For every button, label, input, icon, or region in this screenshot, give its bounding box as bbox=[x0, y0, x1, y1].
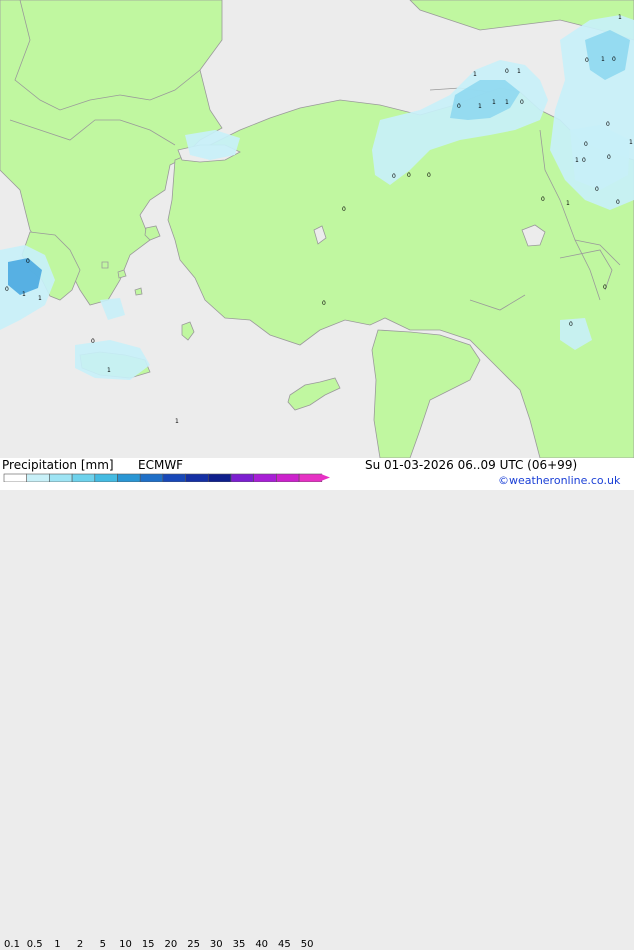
colorbar-cell bbox=[71, 473, 96, 482]
station-label: 1 bbox=[629, 139, 633, 146]
station-label: 0 bbox=[427, 172, 431, 179]
station-label: 0 bbox=[612, 56, 616, 63]
colorbar-tick-label: 45 bbox=[278, 939, 291, 950]
colorbar-cell bbox=[117, 473, 141, 482]
colorbar-cells bbox=[3, 473, 323, 482]
colorbar-cell bbox=[230, 473, 255, 482]
colorbar-tick-label: 5 bbox=[99, 939, 106, 950]
station-label: 1 bbox=[473, 71, 477, 78]
station-label: 1 bbox=[175, 418, 179, 425]
colorbar-tick-label: 35 bbox=[232, 939, 246, 950]
station-label: 0 bbox=[584, 141, 588, 148]
station-label: 1 bbox=[618, 14, 622, 21]
precipitation-map: 1 0 1 1 0 1 1 0 0 1 0 1 0 0 0 0 0 1 1 0 … bbox=[0, 0, 634, 458]
station-label: 0 bbox=[603, 284, 607, 291]
station-label: 1 bbox=[505, 99, 509, 106]
station-label: 1 bbox=[566, 200, 570, 207]
colorbar-tick-label: 30 bbox=[209, 939, 223, 950]
station-label: 0 bbox=[585, 57, 589, 64]
station-label: 1 bbox=[601, 56, 605, 63]
colorbar-tick-label: 1 bbox=[54, 939, 61, 950]
station-label: 0 bbox=[541, 196, 545, 203]
station-label: 0 bbox=[520, 99, 524, 106]
station-label: 1 bbox=[517, 68, 521, 75]
colorbar-tick-label: 40 bbox=[255, 939, 269, 950]
station-label: 0 bbox=[505, 68, 509, 75]
station-label: 0 bbox=[606, 121, 610, 128]
station-label: 1 bbox=[575, 157, 579, 164]
station-label: 1 bbox=[107, 367, 111, 374]
legend-title: Precipitation [mm] bbox=[2, 458, 114, 472]
station-label: 0 bbox=[595, 186, 599, 193]
colorbar-cell bbox=[94, 473, 118, 482]
station-label: 0 bbox=[607, 154, 611, 161]
colorbar-tick-label: 20 bbox=[164, 939, 178, 950]
colorbar-cell bbox=[3, 473, 28, 482]
colorbar-cell bbox=[208, 473, 232, 482]
station-label: 1 bbox=[478, 103, 482, 110]
colorbar-cell bbox=[139, 473, 164, 482]
station-label: 0 bbox=[91, 338, 95, 345]
colorbar-cell bbox=[162, 473, 186, 482]
model-name: ECMWF bbox=[138, 458, 184, 472]
colorbar-tick-label: 25 bbox=[187, 939, 200, 950]
colorbar-tick-label: 10 bbox=[119, 939, 132, 950]
colorbar-cell bbox=[26, 473, 50, 482]
station-label: 0 bbox=[582, 157, 586, 164]
colorbar-cell bbox=[298, 473, 323, 482]
station-label: 0 bbox=[322, 300, 326, 307]
colorbar-tick-label: 0.5 bbox=[26, 939, 43, 950]
colorbar-cell bbox=[276, 473, 300, 482]
station-label: 1 bbox=[492, 99, 496, 106]
station-label: 0 bbox=[392, 173, 396, 180]
colorbar-arrow bbox=[321, 474, 330, 481]
colorbar-tick-label: 50 bbox=[300, 939, 314, 950]
station-label: 0 bbox=[569, 321, 573, 328]
colorbar-cell bbox=[185, 473, 209, 482]
colorbar-tick-label: 2 bbox=[76, 939, 84, 950]
legend-footer: Precipitation [mm] ECMWF Su 01-03-2026 0… bbox=[0, 458, 634, 950]
colorbar-tick-label: 0.1 bbox=[4, 939, 20, 950]
station-label: 0 bbox=[5, 286, 9, 293]
station-label: 1 bbox=[22, 291, 26, 298]
valid-time: Su 01-03-2026 06..09 UTC (06+99) bbox=[365, 458, 578, 472]
station-label: 0 bbox=[26, 258, 30, 265]
station-label: 1 bbox=[38, 295, 42, 302]
credit-link[interactable]: ©weatheronline.co.uk bbox=[498, 474, 620, 487]
colorbar-tick-label: 15 bbox=[141, 939, 155, 950]
colorbar-cell bbox=[49, 473, 73, 482]
aegean-islet-3 bbox=[101, 261, 109, 269]
station-label: 0 bbox=[616, 199, 620, 206]
station-label: 0 bbox=[457, 103, 461, 110]
station-label: 0 bbox=[407, 172, 411, 179]
colorbar bbox=[3, 473, 330, 482]
station-label: 0 bbox=[342, 206, 346, 213]
colorbar-cell bbox=[253, 473, 277, 482]
